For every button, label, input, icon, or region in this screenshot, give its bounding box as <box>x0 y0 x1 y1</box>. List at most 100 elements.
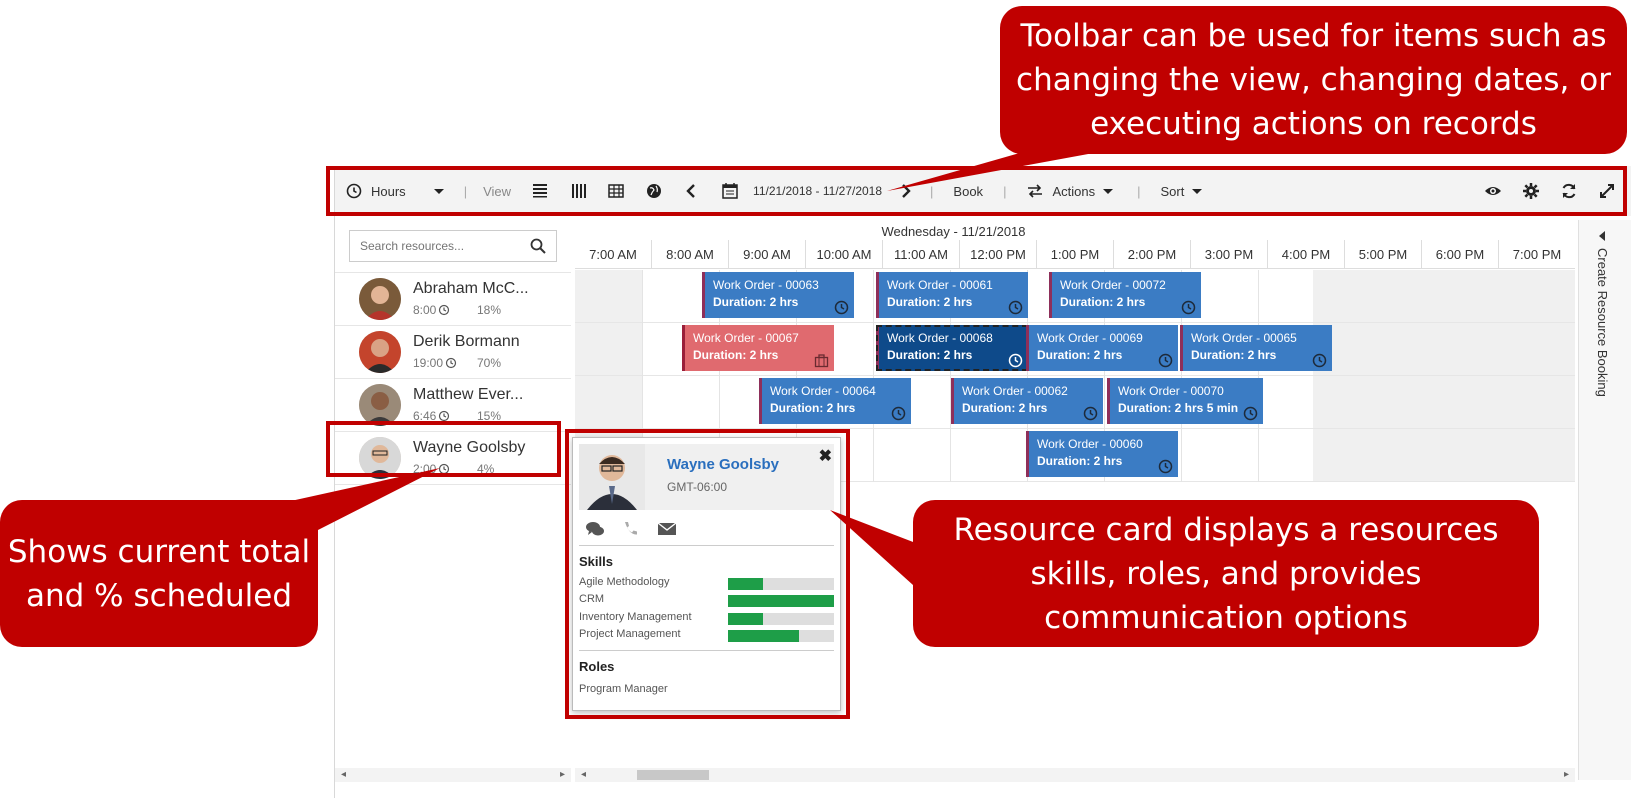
search-input[interactable] <box>360 239 530 253</box>
work-order-block[interactable]: Work Order - 00061 Duration: 2 hrs <box>876 272 1028 318</box>
resource-card-header: Wayne Goolsby GMT-06:00 ✖ <box>579 444 834 510</box>
refresh-button[interactable] <box>1550 166 1588 216</box>
hours-dropdown[interactable]: Hours <box>335 166 458 216</box>
duration-label: Duration: <box>693 348 747 362</box>
skill-name: Project Management <box>579 628 681 640</box>
clock-icon <box>439 463 450 475</box>
email-icon[interactable] <box>657 520 677 538</box>
work-order-title: Work Order - 00072 <box>1060 278 1166 292</box>
schedule-board: Hours | View 11/21/2018 - 11/27/2018 | B… <box>334 166 1631 798</box>
close-icon[interactable]: ✖ <box>819 446 832 466</box>
duration-label: Duration: <box>770 401 824 415</box>
hour-gridline <box>873 270 874 482</box>
resource-row[interactable]: Matthew Ever... 6:46 15% <box>335 378 571 431</box>
resource-total: 8:00 <box>413 303 450 317</box>
work-order-block[interactable]: Work Order - 00063 Duration: 2 hrs <box>702 272 854 318</box>
hour-label: 2:00 PM <box>1114 240 1191 269</box>
hour-label: 4:00 PM <box>1268 240 1345 269</box>
chevron-down-icon <box>1188 182 1206 200</box>
roles-heading: Roles <box>579 659 615 674</box>
callout-text: Shows current total and % scheduled <box>7 533 311 614</box>
phone-icon[interactable] <box>621 520 641 538</box>
actions-dropdown[interactable]: Actions <box>1012 166 1131 216</box>
date-range[interactable]: 11/21/2018 - 11/27/2018 <box>749 166 886 216</box>
duration-value: 2 hrs 5 min <box>1174 401 1239 415</box>
search-icon[interactable] <box>530 238 546 254</box>
callout-text: Resource card displays a resources skill… <box>953 511 1499 636</box>
chat-icon[interactable] <box>585 520 605 538</box>
resource-row[interactable]: Wayne Goolsby 2:00 4% <box>335 431 571 484</box>
work-order-title: Work Order - 00062 <box>962 384 1068 398</box>
scroll-right-icon[interactable]: ▸ <box>1564 769 1569 780</box>
resource-scrollbar[interactable]: ◂ ▸ <box>335 768 571 782</box>
work-order-title: Work Order - 00065 <box>1191 331 1297 345</box>
work-order-block[interactable]: Work Order - 00067 Duration: 2 hrs <box>682 325 834 371</box>
chevron-down-icon <box>1099 182 1117 200</box>
expand-icon <box>1600 184 1614 198</box>
work-order-block[interactable]: Work Order - 00072 Duration: 2 hrs <box>1049 272 1201 318</box>
hour-label: 6:00 PM <box>1422 240 1499 269</box>
resource-total: 2:00 <box>413 462 450 476</box>
list-view-button[interactable] <box>521 166 560 216</box>
fullscreen-button[interactable] <box>1588 166 1631 216</box>
hour-label: 7:00 PM <box>1499 240 1575 269</box>
work-order-block[interactable]: Work Order - 00065 Duration: 2 hrs <box>1180 325 1332 371</box>
list-icon <box>533 183 548 197</box>
skill-level-bar <box>728 613 834 625</box>
hour-label: 12:00 PM <box>960 240 1037 269</box>
book-button[interactable]: Book <box>939 166 997 216</box>
previous-date-button[interactable] <box>673 166 711 216</box>
scrollbar-thumb[interactable] <box>637 770 709 780</box>
map-view-button[interactable] <box>635 166 673 216</box>
avatar <box>359 278 401 320</box>
work-order-block-selected[interactable]: Work Order - 00068 Duration: 2 hrs <box>876 325 1028 371</box>
work-order-block[interactable]: Work Order - 00060 Duration: 2 hrs <box>1026 431 1178 477</box>
resource-card-name[interactable]: Wayne Goolsby <box>667 456 779 473</box>
briefcase-icon <box>814 354 829 368</box>
calendar-button[interactable] <box>711 166 749 216</box>
collapse-arrow-icon[interactable] <box>1597 230 1607 242</box>
schedule-scrollbar[interactable]: ◂ ▸ <box>575 768 1575 782</box>
chevron-down-icon <box>430 182 448 200</box>
card-callout: Resource card displays a resources skill… <box>913 500 1539 647</box>
refresh-icon <box>1562 183 1576 199</box>
settings-button[interactable] <box>1512 166 1550 216</box>
resource-row[interactable]: Derik Bormann 19:00 70% <box>335 325 571 378</box>
clock-icon <box>1158 353 1173 368</box>
sort-dropdown[interactable]: Sort <box>1146 166 1220 216</box>
totals-callout: Shows current total and % scheduled <box>0 500 318 647</box>
clock-icon <box>345 182 363 200</box>
day-label: Wednesday - 11/21/2018 <box>881 224 1026 239</box>
preview-button[interactable] <box>1474 166 1512 216</box>
next-date-button[interactable] <box>886 166 924 216</box>
scroll-right-icon[interactable]: ▸ <box>560 769 565 780</box>
work-order-block[interactable]: Work Order - 00069 Duration: 2 hrs <box>1026 325 1178 371</box>
hour-label: 3:00 PM <box>1191 240 1268 269</box>
create-booking-panel[interactable]: Create Resource Booking <box>1578 220 1631 780</box>
toolbar: Hours | View 11/21/2018 - 11/27/2018 | B… <box>335 166 1631 216</box>
skill-row: Agile Methodology <box>579 576 834 592</box>
resource-card-timezone: GMT-06:00 <box>667 480 728 494</box>
work-order-block[interactable]: Work Order - 00062 Duration: 2 hrs <box>951 378 1103 424</box>
scroll-left-icon[interactable]: ◂ <box>581 769 586 780</box>
work-order-block[interactable]: Work Order - 00070 Duration: 2 hrs 5 min <box>1107 378 1263 424</box>
row-divider <box>335 484 571 485</box>
scroll-left-icon[interactable]: ◂ <box>341 769 346 780</box>
clock-icon <box>445 357 457 369</box>
vertical-view-button[interactable] <box>559 166 597 216</box>
hour-label: 8:00 AM <box>652 240 729 269</box>
resource-row[interactable]: Abraham McC... 8:00 18% <box>335 272 571 325</box>
screenshot-stage: Hours | View 11/21/2018 - 11/27/2018 | B… <box>0 0 1631 798</box>
columns-icon <box>572 184 587 198</box>
skill-name: Inventory Management <box>579 611 692 623</box>
skill-level-fill <box>728 613 763 625</box>
duration-label: Duration: <box>1037 348 1091 362</box>
hour-label: 7:00 AM <box>575 240 652 269</box>
table-view-button[interactable] <box>597 166 635 216</box>
calendar-icon <box>722 183 738 199</box>
separator: | <box>1137 183 1141 199</box>
work-order-block[interactable]: Work Order - 00064 Duration: 2 hrs <box>759 378 911 424</box>
duration-label: Duration: <box>887 348 941 362</box>
clock-icon <box>1158 459 1173 474</box>
eye-icon <box>1485 187 1501 195</box>
